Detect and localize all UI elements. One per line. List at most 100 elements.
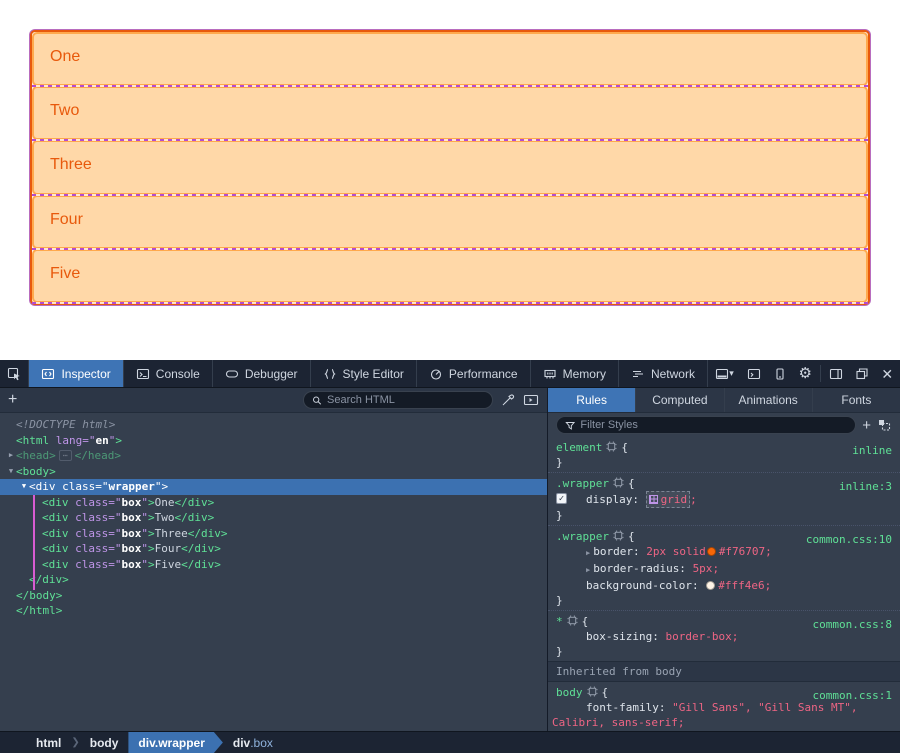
expand-longhand-icon[interactable]: ▶: [586, 549, 590, 557]
child-guide-line: [33, 495, 35, 590]
token-attrval: box: [122, 541, 142, 557]
breadcrumb-item[interactable]: html: [26, 732, 71, 753]
tab-fonts[interactable]: Fonts: [813, 388, 900, 412]
inherited-header: Inherited from body: [548, 661, 900, 682]
screenshot-root: OneTwoThreeFourFive Inspector Console: [0, 0, 900, 753]
tab-memory[interactable]: Memory: [531, 360, 619, 387]
devtools-main: + <!DOCTYPE html><html lang="en">▶<head>…: [0, 388, 900, 731]
close-devtools-icon[interactable]: ✕: [874, 360, 900, 387]
separate-window-icon[interactable]: [849, 360, 875, 387]
grid-box: One: [32, 32, 868, 86]
three-pane-toggle-icon[interactable]: [523, 393, 539, 407]
grid-wrapper: OneTwoThreeFourFive: [30, 30, 870, 305]
token-attrval: en: [96, 433, 109, 449]
element-highlight-icon[interactable]: [606, 441, 617, 452]
tab-computed[interactable]: Computed: [636, 388, 724, 412]
filter-styles-box[interactable]: [556, 416, 856, 434]
filter-icon: [565, 420, 575, 431]
tab-label: Memory: [563, 367, 606, 381]
token-doctype: <!DOCTYPE html>: [16, 417, 115, 433]
markup-line[interactable]: <div class="box">Two</div>: [0, 510, 547, 526]
markup-line[interactable]: ▶<head>⋯</head>: [0, 448, 547, 464]
breadcrumb-item[interactable]: body: [80, 732, 129, 753]
rules-content: element{inline}.wrapper{inline:3✓display…: [548, 437, 900, 731]
rule-selector-line[interactable]: .wrapper{common.css:10: [548, 529, 900, 544]
filter-styles-input[interactable]: [580, 419, 847, 431]
markup-line[interactable]: </div>: [0, 572, 547, 588]
css-declaration[interactable]: ▶border-radius: 5px;: [548, 561, 900, 578]
token-punc: ": [109, 433, 116, 449]
markup-line[interactable]: </body>: [0, 588, 547, 604]
markup-line[interactable]: <!DOCTYPE html>: [0, 417, 547, 433]
markup-line[interactable]: <div class="box">Five</div>: [0, 557, 547, 573]
toolbar-separator: [820, 365, 821, 382]
tab-inspector[interactable]: Inspector: [29, 360, 123, 387]
eyedropper-icon[interactable]: [501, 393, 515, 407]
token-punc: ": [141, 510, 148, 526]
css-declaration[interactable]: color: #333;: [548, 730, 900, 731]
rule-selector-line[interactable]: body{common.css:1: [548, 685, 900, 700]
element-highlight-icon[interactable]: [567, 615, 578, 626]
css-declaration[interactable]: background-color: #fff4e6;: [548, 578, 900, 593]
search-html-input[interactable]: [327, 394, 484, 406]
property-value: border-box: [665, 630, 731, 643]
tab-network[interactable]: Network: [619, 360, 708, 387]
settings-icon[interactable]: ⚙: [792, 360, 818, 387]
semicolon: ;: [732, 630, 739, 643]
css-declaration[interactable]: box-sizing: border-box;: [548, 629, 900, 644]
css-declaration[interactable]: ✓display: grid;: [548, 491, 900, 508]
search-html-box[interactable]: [303, 391, 493, 409]
add-node-icon[interactable]: +: [8, 392, 17, 408]
rule-selector: body: [556, 686, 583, 699]
declaration-checkbox[interactable]: ✓: [556, 493, 567, 504]
expand-arrow-icon[interactable]: ▼: [19, 479, 29, 495]
expand-arrow-icon[interactable]: ▼: [6, 464, 16, 480]
token-tag: </div>: [175, 510, 215, 526]
breadcrumb-item[interactable]: div.box: [223, 732, 283, 753]
markup-line[interactable]: <div class="box">Four</div>: [0, 541, 547, 557]
element-highlight-icon[interactable]: [587, 686, 598, 697]
color-swatch[interactable]: [706, 581, 715, 590]
split-console-icon[interactable]: [741, 360, 767, 387]
pick-element-icon[interactable]: [0, 360, 29, 387]
semicolon: ;: [765, 545, 772, 558]
dock-sidebar-icon[interactable]: [823, 360, 849, 387]
dock-options-icon[interactable]: ▾: [708, 360, 741, 387]
token-tag: </body>: [16, 588, 62, 604]
responsive-mode-icon[interactable]: [767, 360, 793, 387]
rule-selector-line[interactable]: *{common.css:8: [548, 614, 900, 629]
color-swatch[interactable]: [707, 547, 716, 556]
tab-label: Performance: [449, 367, 518, 381]
tab-rules[interactable]: Rules: [548, 388, 636, 412]
rule-selector-line[interactable]: element{inline: [548, 440, 900, 455]
expand-arrow-icon[interactable]: ▶: [6, 448, 16, 464]
markup-line[interactable]: ▼<body>: [0, 464, 547, 480]
token-attrval: wrapper: [109, 479, 155, 495]
breadcrumb-item[interactable]: div.wrapper: [128, 732, 222, 753]
grid-toggle-icon[interactable]: [649, 495, 658, 504]
element-highlight-icon[interactable]: [613, 530, 624, 541]
tab-style-editor[interactable]: Style Editor: [311, 360, 417, 387]
token-tag: <div: [42, 541, 69, 557]
expand-longhand-icon[interactable]: ▶: [586, 566, 590, 574]
markup-line[interactable]: <html lang="en">: [0, 433, 547, 449]
markup-line[interactable]: <div class="box">Three</div>: [0, 526, 547, 542]
rules-panel: Rules Computed Animations Fonts + elemen…: [548, 388, 900, 731]
token-attr: lang: [49, 433, 82, 449]
markup-line[interactable]: </html>: [0, 603, 547, 619]
markup-line[interactable]: <div class="box">One</div>: [0, 495, 547, 511]
rule-selector-line[interactable]: .wrapper{inline:3: [548, 476, 900, 491]
rule-selector: .wrapper: [556, 530, 609, 543]
tab-console[interactable]: Console: [124, 360, 213, 387]
devtools-panel: Inspector Console Debugger Style Editor …: [0, 360, 900, 753]
class-panel-icon[interactable]: [877, 418, 892, 432]
tab-debugger[interactable]: Debugger: [213, 360, 311, 387]
rule-selector: .wrapper: [556, 477, 609, 490]
markup-line[interactable]: ▼<div class="wrapper">: [0, 479, 547, 495]
element-highlight-icon[interactable]: [613, 477, 624, 488]
css-declaration[interactable]: font-family: "Gill Sans", "Gill Sans MT"…: [548, 700, 900, 730]
tab-performance[interactable]: Performance: [417, 360, 531, 387]
css-declaration[interactable]: ▶border: 2px solid#f76707;: [548, 544, 900, 561]
tab-animations[interactable]: Animations: [725, 388, 813, 412]
add-rule-icon[interactable]: +: [862, 418, 871, 433]
